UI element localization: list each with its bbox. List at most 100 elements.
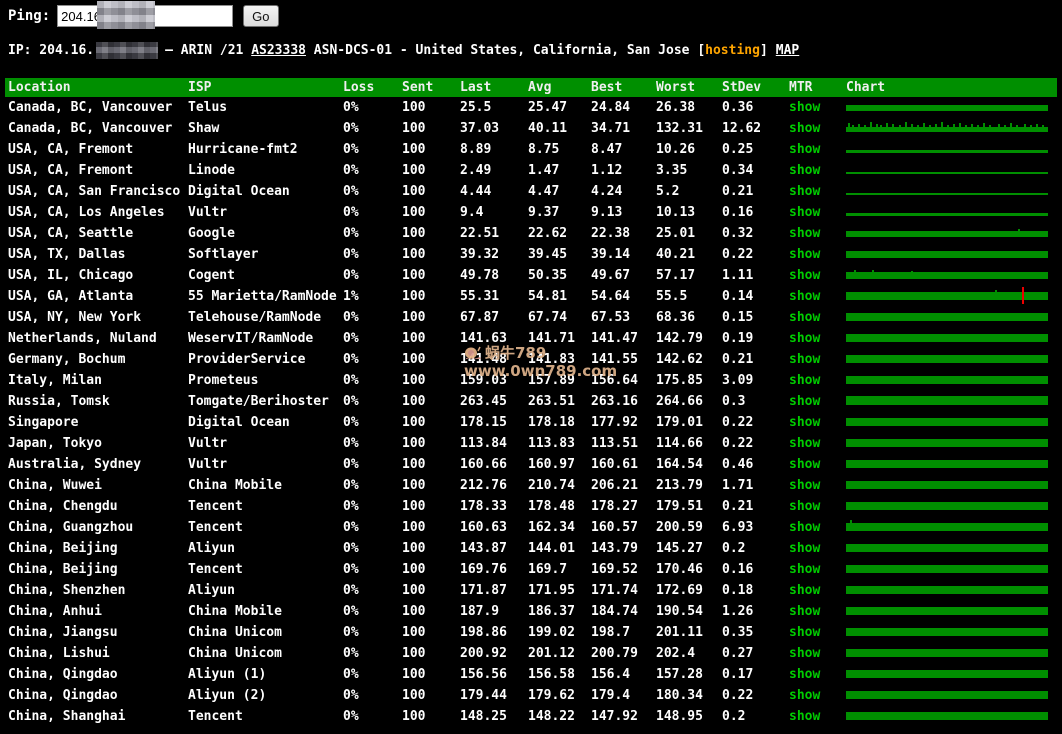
mtr-show-link[interactable]: show [789, 583, 820, 598]
cell-isp: China Unicom [188, 622, 343, 643]
cell-best: 171.74 [591, 580, 656, 601]
cell-location: China, Beijing [8, 538, 188, 559]
cell-isp: 55 Marietta/RamNode [188, 286, 343, 307]
cell-last: 67.87 [460, 307, 528, 328]
cell-best: 8.47 [591, 139, 656, 160]
cell-last: 212.76 [460, 475, 528, 496]
mtr-show-link[interactable]: show [789, 436, 820, 451]
mtr-show-link[interactable]: show [789, 709, 820, 724]
header-chart: Chart [846, 78, 1057, 97]
cell-isp: China Mobile [188, 601, 343, 622]
mtr-show-link[interactable]: show [789, 205, 820, 220]
redaction-mosaic [97, 1, 155, 29]
cell-avg: 148.22 [528, 706, 591, 727]
mtr-show-link[interactable]: show [789, 142, 820, 157]
cell-isp: China Mobile [188, 475, 343, 496]
mtr-show-link[interactable]: show [789, 331, 820, 346]
latency-spike [989, 125, 991, 127]
mtr-show-link[interactable]: show [789, 289, 820, 304]
cell-loss: 1% [343, 286, 402, 307]
map-link[interactable]: MAP [776, 41, 799, 60]
cell-sent: 100 [402, 454, 460, 475]
mtr-show-link[interactable]: show [789, 121, 820, 136]
hosting-tag: hosting [705, 41, 760, 60]
cell-stdev: 0.2 [722, 538, 789, 559]
mtr-show-link[interactable]: show [789, 562, 820, 577]
latency-sparkline [846, 265, 1057, 286]
ping-label: Ping: [8, 5, 50, 27]
cell-loss: 0% [343, 412, 402, 433]
mtr-show-link[interactable]: show [789, 520, 820, 535]
cell-last: 113.84 [460, 433, 528, 454]
mtr-show-link[interactable]: show [789, 163, 820, 178]
cell-mtr: show [789, 286, 846, 307]
cell-sent: 100 [402, 664, 460, 685]
cell-avg: 178.18 [528, 412, 591, 433]
cell-isp: ProviderService [188, 349, 343, 370]
cell-isp: Telus [188, 97, 343, 118]
mtr-show-link[interactable]: show [789, 667, 820, 682]
mtr-show-link[interactable]: show [789, 604, 820, 619]
mtr-show-link[interactable]: show [789, 247, 820, 262]
cell-stdev: 1.11 [722, 265, 789, 286]
mtr-show-link[interactable]: show [789, 457, 820, 472]
cell-stdev: 0.3 [722, 391, 789, 412]
latency-spike [1004, 125, 1006, 127]
latency-spike [983, 123, 985, 127]
cell-avg: 171.95 [528, 580, 591, 601]
cell-best: 34.71 [591, 118, 656, 139]
cell-best: 198.7 [591, 622, 656, 643]
sparkline-bar [846, 272, 1048, 279]
mtr-show-link[interactable]: show [789, 688, 820, 703]
table-row: Canada, BC, VancouverShaw0%10037.0340.11… [5, 118, 1057, 139]
mtr-show-link[interactable]: show [789, 373, 820, 388]
sparkline-bar [846, 313, 1048, 321]
table-row: USA, IL, ChicagoCogent0%10049.7850.3549.… [5, 265, 1057, 286]
mtr-show-link[interactable]: show [789, 646, 820, 661]
mtr-show-link[interactable]: show [789, 541, 820, 556]
mtr-show-link[interactable]: show [789, 268, 820, 283]
cell-loss: 0% [343, 643, 402, 664]
cell-loss: 0% [343, 139, 402, 160]
asn-link[interactable]: AS23338 [251, 41, 306, 60]
mtr-show-link[interactable]: show [789, 100, 820, 115]
mtr-show-link[interactable]: show [789, 394, 820, 409]
mtr-show-link[interactable]: show [789, 415, 820, 430]
sparkline-bar [846, 376, 1048, 384]
cell-location: USA, CA, Fremont [8, 160, 188, 181]
cell-last: 8.89 [460, 139, 528, 160]
mtr-show-link[interactable]: show [789, 184, 820, 199]
cell-location: USA, IL, Chicago [8, 265, 188, 286]
cell-avg: 162.34 [528, 517, 591, 538]
cell-best: 24.84 [591, 97, 656, 118]
mtr-show-link[interactable]: show [789, 478, 820, 493]
cell-loss: 0% [343, 538, 402, 559]
cell-sent: 100 [402, 307, 460, 328]
cell-sent: 100 [402, 538, 460, 559]
cell-isp: WeservIT/RamNode [188, 328, 343, 349]
table-row: China, QingdaoAliyun (2)0%100179.44179.6… [5, 685, 1057, 706]
cell-mtr: show [789, 622, 846, 643]
sparkline-bar [846, 544, 1048, 552]
cell-best: 184.74 [591, 601, 656, 622]
latency-spike [876, 124, 878, 127]
ip-prefix: IP: 204.16. [8, 41, 94, 60]
sparkline-bar [846, 150, 1048, 153]
mtr-show-link[interactable]: show [789, 625, 820, 640]
cell-mtr: show [789, 328, 846, 349]
header-last: Last [460, 78, 528, 97]
mtr-show-link[interactable]: show [789, 499, 820, 514]
cell-best: 263.16 [591, 391, 656, 412]
cell-isp: Aliyun [188, 580, 343, 601]
mtr-show-link[interactable]: show [789, 226, 820, 241]
mtr-show-link[interactable]: show [789, 310, 820, 325]
go-button[interactable]: Go [243, 5, 278, 27]
mtr-show-link[interactable]: show [789, 352, 820, 367]
cell-sent: 100 [402, 412, 460, 433]
latency-spike [899, 125, 901, 127]
table-row: Australia, SydneyVultr0%100160.66160.971… [5, 454, 1057, 475]
cell-isp: Tomgate/Berihoster [188, 391, 343, 412]
latency-spike [947, 125, 949, 127]
cell-location: China, Jiangsu [8, 622, 188, 643]
cell-mtr: show [789, 580, 846, 601]
